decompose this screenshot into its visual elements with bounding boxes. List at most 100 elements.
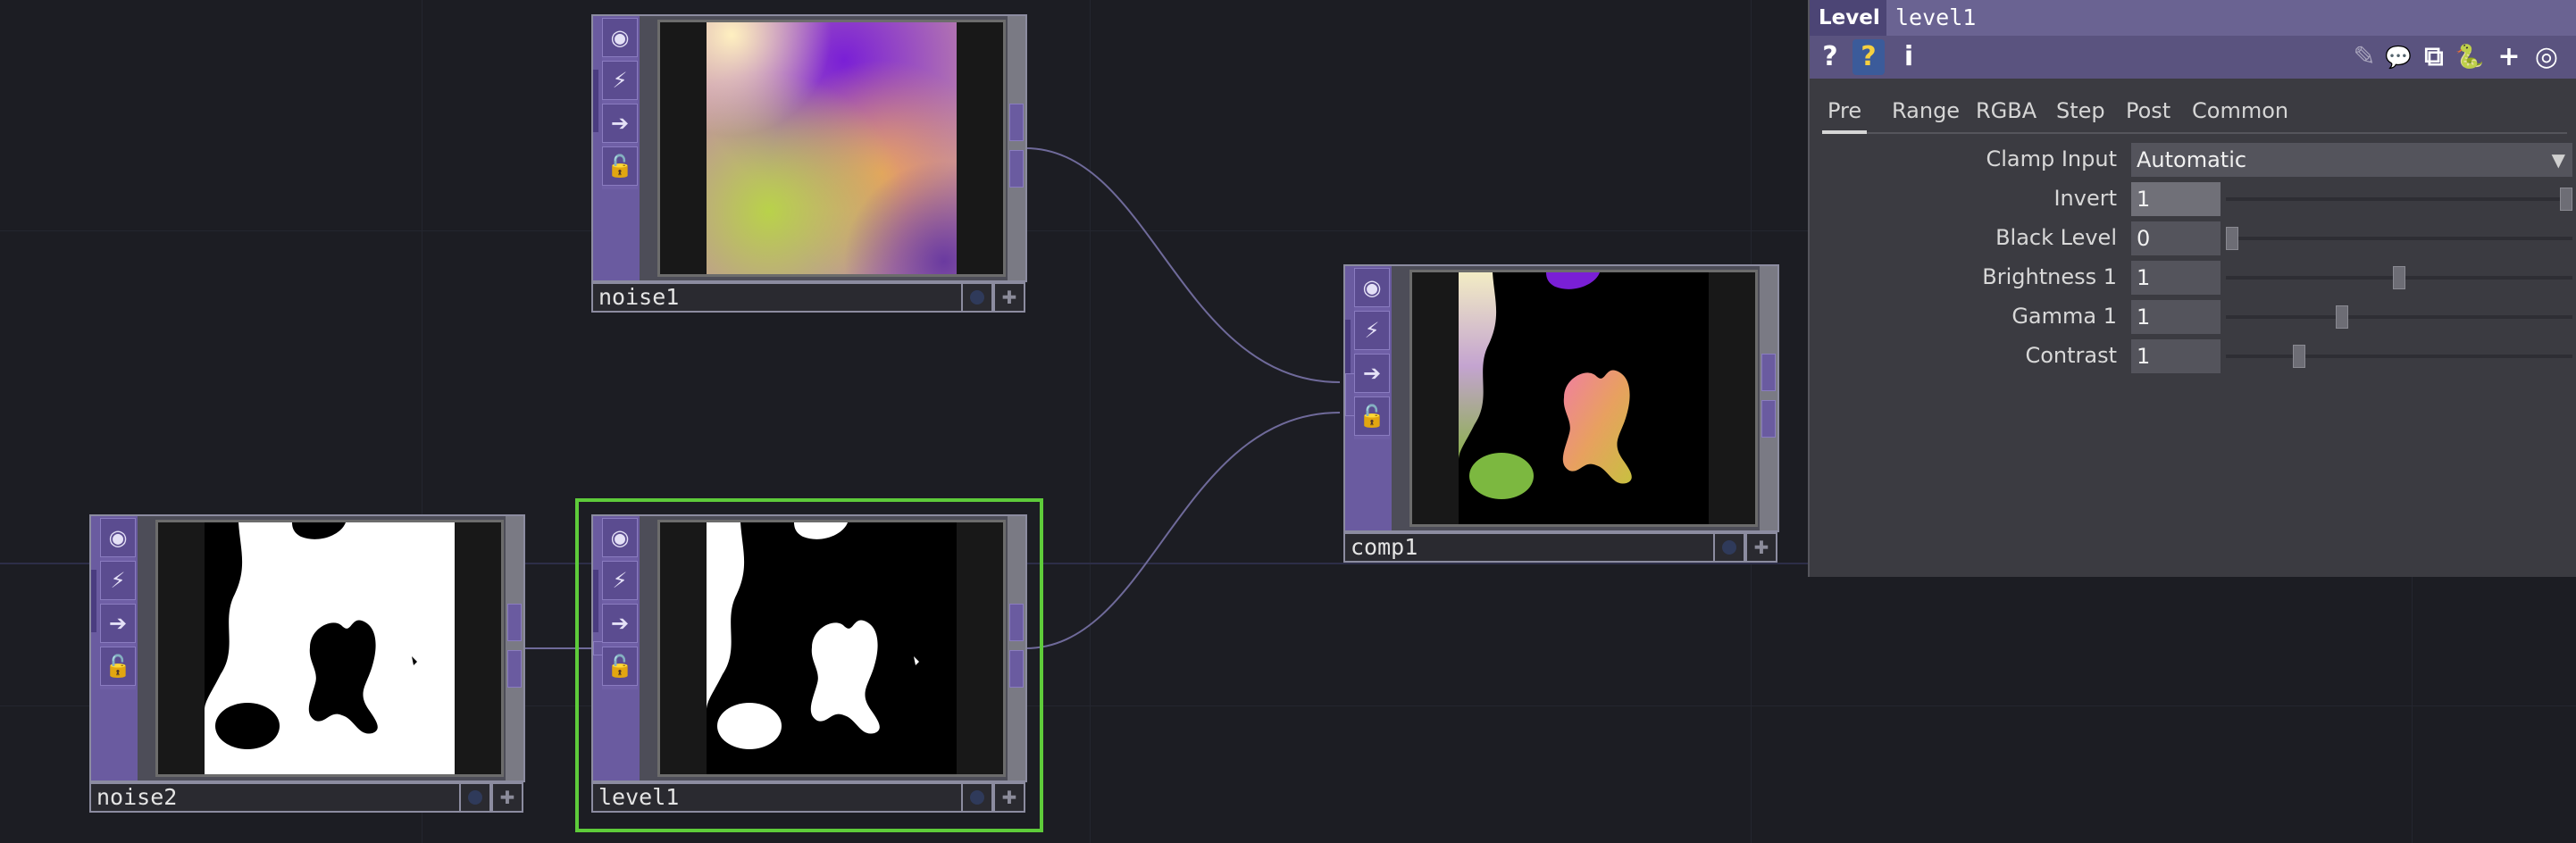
param-slider-black-level[interactable] [2226,237,2572,240]
tab-pre[interactable]: Pre [1822,95,1868,134]
clone-icon[interactable]: ⧉ [2417,39,2451,75]
node-viewer-level1[interactable] [657,520,1006,777]
node-noise1[interactable]: ◉ ⚡ ➔ 🔓 noise1 ✚ [591,14,1027,314]
python-help-icon[interactable]: ? [1853,39,1885,75]
comment-icon[interactable]: 💬 [2381,39,2415,75]
export-icon[interactable]: ➔ [100,604,136,643]
node-label[interactable]: level1 [591,782,961,813]
comp1-image [1412,272,1755,524]
tab-post[interactable]: Post [2120,95,2176,134]
output-strip [1008,516,1025,780]
output-strip [1008,16,1025,280]
slider-handle-invert[interactable] [2560,188,2572,211]
pin-flag[interactable]: ✚ [993,282,1025,313]
param-label-black-level: Black Level [1995,225,2117,250]
tab-step[interactable]: Step [2051,95,2111,134]
node-label[interactable]: noise2 [89,782,459,813]
param-label-clamp-input: Clamp Input [1986,146,2117,171]
level1-image [660,522,1003,774]
output-strip [506,516,523,780]
node-level1[interactable]: ◉ ⚡ ➔ 🔓 level1 ✚ [591,514,1027,814]
param-field-contrast[interactable]: 1 [2131,339,2221,373]
output-connector[interactable] [507,650,522,688]
viewer-icon[interactable]: ◉ [1354,268,1390,307]
wire-level1-comp1 [1025,412,1341,649]
bypass-flag[interactable] [459,782,491,813]
export-icon[interactable]: ➔ [602,604,638,643]
param-label-invert: Invert [2053,186,2117,211]
node-comp1[interactable]: ◉ ⚡ ➔ 🔓 comp1 ✚ [1343,264,1779,564]
lock-icon[interactable]: 🔓 [602,146,638,186]
slider-handle-black-level[interactable] [2226,227,2238,250]
pin-flag[interactable]: ✚ [993,782,1025,813]
tab-range[interactable]: Range [1886,95,1965,134]
viewer-icon[interactable]: ◉ [602,18,638,57]
node-viewer-comp1[interactable] [1409,270,1758,527]
param-field-brightness-1[interactable]: 1 [2131,261,2221,295]
pin-flag[interactable]: ✚ [491,782,523,813]
target-icon[interactable]: ◎ [2530,39,2563,75]
panel-header: Level level1 [1810,0,2576,36]
slider-handle-contrast[interactable] [2292,345,2305,368]
param-field-invert[interactable]: 1 [2131,182,2221,216]
output-connector[interactable] [1009,650,1024,688]
node-viewer-noise1[interactable] [657,20,1006,277]
output-connector[interactable] [1761,354,1776,391]
node-label[interactable]: comp1 [1343,532,1713,563]
tab-common[interactable]: Common [2187,95,2294,134]
param-field-black-level[interactable]: 0 [2131,221,2221,255]
op-type-label: Level [1810,0,1889,36]
param-slider-gamma-1[interactable] [2226,315,2572,319]
add-icon[interactable]: + [2492,39,2526,75]
param-label-brightness-1: Brightness 1 [1982,264,2117,289]
python-icon[interactable]: 🐍 [2453,39,2487,75]
param-slider-contrast[interactable] [2226,355,2572,358]
param-label-contrast: Contrast [2025,343,2117,368]
edit-icon[interactable]: ✎ [2347,39,2381,75]
cook-icon[interactable]: ⚡ [1354,311,1390,350]
param-slider-invert[interactable] [2226,197,2572,201]
wire-noise1-comp1 [1025,147,1341,383]
output-connector[interactable] [1009,104,1024,141]
node-label[interactable]: noise1 [591,282,961,313]
param-label-gamma-1: Gamma 1 [2011,304,2117,329]
page-tabs: Pre Range RGBA Step Post Common [1822,95,2567,134]
cook-icon[interactable]: ⚡ [602,561,638,600]
bypass-flag[interactable] [961,282,993,313]
noise1-image [660,22,1003,274]
op-flag-icons: ◉ ⚡ ➔ 🔓 [602,518,638,689]
tab-rgba[interactable]: RGBA [1970,95,2042,134]
output-connector[interactable] [507,604,522,641]
lock-icon[interactable]: 🔓 [602,647,638,686]
bypass-flag[interactable] [961,782,993,813]
lock-icon[interactable]: 🔓 [100,647,136,686]
output-connector[interactable] [1009,604,1024,641]
panel-toolbar: ? ? i ✎ 💬 ⧉ 🐍 + ◎ [1810,36,2576,79]
pin-flag[interactable]: ✚ [1745,532,1777,563]
op-flag-icons: ◉ ⚡ ➔ 🔓 [100,518,136,689]
slider-handle-brightness-1[interactable] [2393,266,2405,289]
output-connector[interactable] [1761,400,1776,438]
cook-icon[interactable]: ⚡ [602,61,638,100]
export-icon[interactable]: ➔ [1354,354,1390,393]
clamp-input-value: Automatic [2137,147,2247,172]
slider-handle-gamma-1[interactable] [2336,305,2349,329]
op-name-field[interactable]: level1 [1886,0,2576,36]
node-viewer-noise2[interactable] [155,520,504,777]
output-connector[interactable] [1009,150,1024,188]
help-icon[interactable]: ? [1813,39,1847,75]
op-flag-icons: ◉ ⚡ ➔ 🔓 [602,18,638,189]
noise2-image [158,522,501,774]
clamp-input-menu[interactable]: Automatic ▼ [2131,143,2572,177]
dropdown-arrow-icon: ▼ [2551,149,2565,171]
info-icon[interactable]: i [1892,39,1926,75]
node-noise2[interactable]: ◉ ⚡ ➔ 🔓 noise2 ✚ [89,514,525,814]
param-field-gamma-1[interactable]: 1 [2131,300,2221,334]
bypass-flag[interactable] [1713,532,1745,563]
cook-icon[interactable]: ⚡ [100,561,136,600]
export-icon[interactable]: ➔ [602,104,638,143]
parameter-panel: Level level1 ? ? i ✎ 💬 ⧉ 🐍 + ◎ Pre Range… [1808,0,2576,577]
lock-icon[interactable]: 🔓 [1354,396,1390,436]
viewer-icon[interactable]: ◉ [100,518,136,557]
viewer-icon[interactable]: ◉ [602,518,638,557]
